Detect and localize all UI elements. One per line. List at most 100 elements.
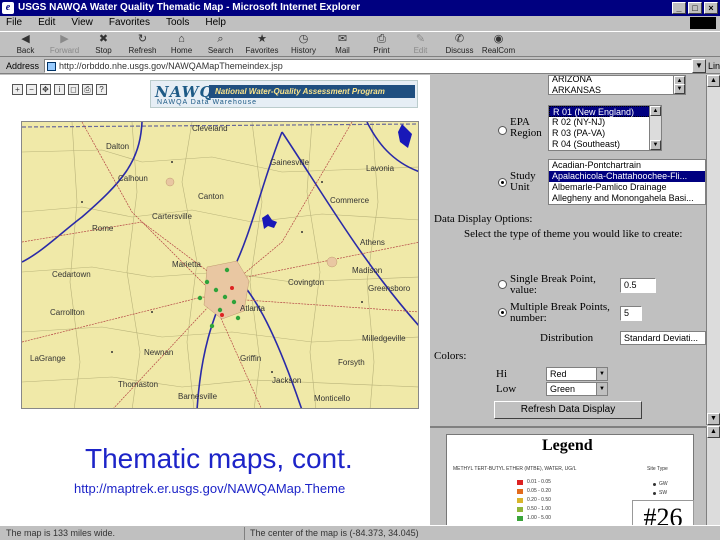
scroll-up-icon[interactable]: ▲ xyxy=(707,426,720,438)
epa-region-option[interactable]: R 02 (NY-NJ) xyxy=(549,117,661,128)
map-label-lagrange: LaGrange xyxy=(30,354,66,363)
stop-icon: ✖ xyxy=(98,33,109,45)
window-controls: _ □ × xyxy=(672,2,718,14)
slide-url: http://maptrek.er.usgs.gov/NAWQAMap.Them… xyxy=(74,481,346,496)
scroll-down-icon[interactable]: ▼ xyxy=(650,140,661,150)
state-list[interactable]: ARIZONA ARKANSAS ▲ ▼ xyxy=(548,75,686,95)
legend-row: 0.01 - 0.05 xyxy=(517,479,551,485)
address-dropdown-button[interactable]: ▼ xyxy=(692,59,706,73)
study-unit-option[interactable]: Apalachicola-Chattahoochee-Fli... xyxy=(549,171,705,182)
legend-site-label: GW xyxy=(659,481,668,487)
pan-icon[interactable]: ✥ xyxy=(40,84,51,95)
study-unit-list[interactable]: Acadian-Pontchartrain Apalachicola-Chatt… xyxy=(548,159,706,205)
toolbar-button-label: Home xyxy=(170,46,193,55)
epa-region-option[interactable]: R 03 (PA-VA) xyxy=(549,128,661,139)
epa-region-option[interactable]: R 01 (New England) xyxy=(549,106,661,117)
menu-tools[interactable]: Tools xyxy=(166,16,189,30)
query-icon[interactable]: ? xyxy=(96,84,107,95)
options-scrollbar[interactable]: ▲ ▼ xyxy=(706,75,720,425)
map-label-commerce: Commerce xyxy=(330,196,370,205)
hi-color-label: Hi xyxy=(496,368,507,380)
menu-help[interactable]: Help xyxy=(205,16,226,30)
zoom-out-icon[interactable]: − xyxy=(26,84,37,95)
legend-site-row: GW xyxy=(653,481,668,487)
scroll-up-icon[interactable]: ▲ xyxy=(650,106,661,116)
low-color-select[interactable]: Green ▼ xyxy=(546,382,608,396)
minimize-button[interactable]: _ xyxy=(672,2,686,14)
study-unit-label: Study Unit xyxy=(510,170,536,193)
menu-favorites[interactable]: Favorites xyxy=(109,16,150,30)
zoom-in-icon[interactable]: + xyxy=(12,84,23,95)
close-button[interactable]: × xyxy=(704,2,718,14)
scroll-down-icon[interactable]: ▼ xyxy=(707,413,720,425)
legend-row-label: 0.20 - 0.50 xyxy=(527,497,551,503)
print-map-icon[interactable]: ⎙ xyxy=(82,84,93,95)
multiple-break-input[interactable]: 5 xyxy=(620,306,642,321)
legend-site-label: SW xyxy=(659,490,668,496)
toolbar-favorites-button[interactable]: ★ Favorites xyxy=(240,32,284,57)
legend-scrollbar[interactable]: ▲ xyxy=(706,426,720,526)
toolbar: ◀ Back ▶ Forward ✖ Stop ↻ Refresh ⌂ Home ⌕ Search ★ F… xyxy=(0,31,720,57)
window-title: USGS NAWQA Water Quality Thematic Map - … xyxy=(18,2,361,13)
state-option[interactable]: ARIZONA xyxy=(549,76,685,85)
links-label[interactable]: Links xyxy=(708,58,720,74)
status-divider xyxy=(244,527,245,540)
toolbar-button-label: History xyxy=(291,46,316,55)
status-map-width: The map is 133 miles wide. xyxy=(6,528,116,538)
scroll-up-icon[interactable]: ▲ xyxy=(707,75,720,87)
map-label-dalton: Dalton xyxy=(106,142,130,151)
hi-color-select[interactable]: Red ▼ xyxy=(546,367,608,381)
epa-region-radio[interactable] xyxy=(498,126,507,135)
single-break-radio[interactable] xyxy=(498,280,507,289)
scroll-down-icon[interactable]: ▼ xyxy=(674,84,685,94)
toolbar-mail-button[interactable]: ✉ Mail xyxy=(323,32,362,57)
toolbar-history-button[interactable]: ◷ History xyxy=(284,32,323,57)
epa-region-list[interactable]: R 01 (New England) R 02 (NY-NJ) R 03 (PA… xyxy=(548,105,662,151)
thematic-map[interactable]: Cleveland Calhoun Canton Rome Cedartown … xyxy=(21,121,419,409)
map-label-athens: Athens xyxy=(360,238,385,247)
menu-edit[interactable]: Edit xyxy=(38,16,55,30)
toolbar-back-button[interactable]: ◀ Back xyxy=(6,32,45,57)
map-label-rome: Rome xyxy=(92,224,114,233)
toolbar-discuss-button[interactable]: ✆ Discuss xyxy=(440,32,479,57)
menu-file[interactable]: File xyxy=(6,16,22,30)
study-unit-option[interactable]: Allegheny and Monongahela Basi... xyxy=(549,193,705,204)
epa-list-scrollbar[interactable]: ▲ ▼ xyxy=(649,106,661,150)
legend-swatch xyxy=(517,488,523,494)
toolbar-button-label: Edit xyxy=(413,46,428,55)
low-color-label: Low xyxy=(496,383,517,395)
toolbar-home-button[interactable]: ⌂ Home xyxy=(162,32,201,57)
toolbar-realcom-button[interactable]: ◉ RealCom xyxy=(479,32,518,57)
history-icon: ◷ xyxy=(298,33,309,45)
map-label-covington: Covington xyxy=(288,278,325,287)
toolbar-search-button[interactable]: ⌕ Search xyxy=(201,32,240,57)
discuss-icon: ✆ xyxy=(454,33,465,45)
multiple-break-radio[interactable] xyxy=(498,308,507,317)
legend-swatch xyxy=(517,479,523,485)
toolbar-edit-button[interactable]: ✎ Edit xyxy=(401,32,440,57)
state-list-scrollbar[interactable]: ▲ ▼ xyxy=(673,76,685,94)
epa-region-option[interactable]: R 04 (Southeast) xyxy=(549,139,661,150)
map-label-marietta: Marietta xyxy=(172,260,201,269)
study-unit-radio[interactable] xyxy=(498,178,507,187)
single-break-input[interactable]: 0.5 xyxy=(620,278,656,293)
menu-view[interactable]: View xyxy=(71,16,93,30)
address-input[interactable]: http://orbddo.nhe.usgs.gov/NAWQAMapTheme… xyxy=(44,59,692,73)
state-option[interactable]: ARKANSAS xyxy=(549,85,685,94)
map-label-carrollton: Carrollton xyxy=(50,308,85,317)
chevron-down-icon: ▼ xyxy=(596,368,607,380)
refresh-data-display-button[interactable]: Refresh Data Display xyxy=(494,401,642,419)
maximize-button[interactable]: □ xyxy=(688,2,702,14)
legend-site-type-label: Site Type xyxy=(647,466,668,472)
toolbar-stop-button[interactable]: ✖ Stop xyxy=(84,32,123,57)
distribution-select[interactable]: Standard Deviati... xyxy=(620,331,706,345)
study-unit-option[interactable]: Albemarle-Pamlico Drainage xyxy=(549,182,705,193)
map-label-atlanta: Atlanta xyxy=(240,304,265,313)
toolbar-print-button[interactable]: ⎙ Print xyxy=(362,32,401,57)
identify-icon[interactable]: i xyxy=(54,84,65,95)
study-unit-option[interactable]: Acadian-Pontchartrain xyxy=(549,160,705,171)
full-extent-icon[interactable]: ◻ xyxy=(68,84,79,95)
address-value: http://orbddo.nhe.usgs.gov/NAWQAMapTheme… xyxy=(59,61,283,71)
toolbar-refresh-button[interactable]: ↻ Refresh xyxy=(123,32,162,57)
toolbar-forward-button[interactable]: ▶ Forward xyxy=(45,32,84,57)
